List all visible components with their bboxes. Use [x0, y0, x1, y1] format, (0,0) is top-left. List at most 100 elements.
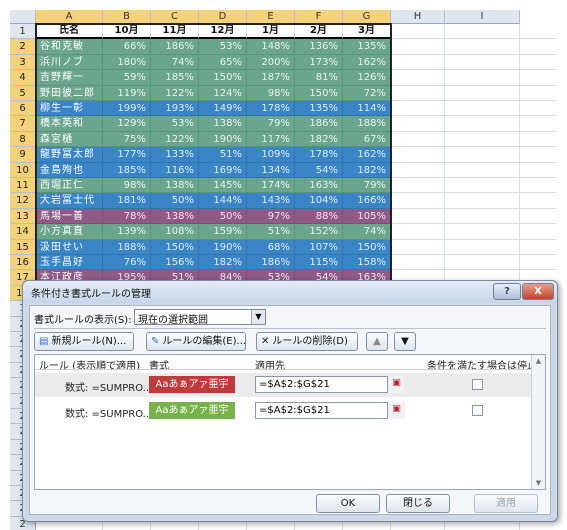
value-cell[interactable]: 104%: [295, 193, 343, 209]
value-cell[interactable]: 115%: [295, 255, 343, 271]
value-cell[interactable]: 187%: [247, 70, 295, 86]
name-cell[interactable]: 小方真直: [36, 224, 103, 240]
value-cell[interactable]: 51%: [247, 224, 295, 240]
value-cell[interactable]: 97%: [247, 208, 295, 225]
value-cell[interactable]: 182%: [295, 131, 343, 148]
name-cell[interactable]: 汲田せい: [36, 239, 103, 255]
stop-if-true-checkbox[interactable]: [472, 379, 483, 390]
value-cell[interactable]: 75%: [103, 131, 151, 148]
value-cell[interactable]: 117%: [247, 131, 295, 148]
value-cell[interactable]: 50%: [199, 208, 247, 225]
row-header[interactable]: 9: [10, 147, 36, 163]
value-cell[interactable]: 143%: [247, 193, 295, 209]
row-header[interactable]: 4: [10, 70, 36, 86]
name-cell[interactable]: 金島殉也: [36, 162, 103, 178]
value-cell[interactable]: 139%: [103, 224, 151, 240]
value-cell[interactable]: 66%: [103, 39, 151, 55]
header-cell[interactable]: 12月: [199, 24, 247, 40]
value-cell[interactable]: 114%: [343, 101, 391, 117]
name-cell[interactable]: 西堀正仁: [36, 178, 103, 194]
row-header[interactable]: 5: [10, 85, 36, 101]
value-cell[interactable]: 135%: [295, 101, 343, 117]
column-header[interactable]: I: [445, 10, 520, 24]
value-cell[interactable]: 145%: [199, 178, 247, 194]
value-cell[interactable]: 119%: [103, 85, 151, 101]
value-cell[interactable]: 72%: [343, 85, 391, 101]
value-cell[interactable]: 53%: [151, 116, 199, 132]
value-cell[interactable]: 186%: [295, 116, 343, 132]
row-header[interactable]: 1: [10, 24, 36, 40]
value-cell[interactable]: 135%: [343, 39, 391, 55]
column-header[interactable]: F: [295, 10, 343, 24]
row-header[interactable]: 8: [10, 131, 36, 148]
dialog-titlebar[interactable]: 条件付き書式ルールの管理 ? X: [23, 281, 557, 303]
column-header[interactable]: A: [36, 10, 103, 24]
value-cell[interactable]: 138%: [199, 116, 247, 132]
name-cell[interactable]: 大岩冨士代: [36, 193, 103, 209]
value-cell[interactable]: 162%: [343, 147, 391, 163]
value-cell[interactable]: 67%: [343, 131, 391, 148]
stop-if-true-checkbox[interactable]: [472, 405, 483, 416]
value-cell[interactable]: 76%: [103, 255, 151, 271]
value-cell[interactable]: 159%: [199, 224, 247, 240]
value-cell[interactable]: 144%: [199, 193, 247, 209]
name-cell[interactable]: 森宮樋: [36, 131, 103, 148]
header-cell[interactable]: 氏名: [36, 24, 103, 40]
value-cell[interactable]: 162%: [343, 54, 391, 71]
value-cell[interactable]: 133%: [151, 147, 199, 163]
value-cell[interactable]: 126%: [343, 70, 391, 86]
value-cell[interactable]: 136%: [295, 39, 343, 55]
value-cell[interactable]: 59%: [103, 70, 151, 86]
value-cell[interactable]: 54%: [295, 162, 343, 178]
value-cell[interactable]: 174%: [247, 178, 295, 194]
row-header[interactable]: 16: [10, 255, 36, 271]
value-cell[interactable]: 152%: [295, 224, 343, 240]
value-cell[interactable]: 180%: [103, 54, 151, 71]
column-header[interactable]: G: [343, 10, 391, 24]
row-header[interactable]: 13: [10, 208, 36, 225]
value-cell[interactable]: 186%: [151, 39, 199, 55]
close-icon[interactable]: X: [522, 283, 554, 300]
ok-button[interactable]: OK: [316, 494, 380, 513]
value-cell[interactable]: 79%: [247, 116, 295, 132]
rule-row[interactable]: 数式: =SUMPRO... Aaあぁアァ亜宇 =$A$2:$G$21 ▣: [35, 373, 531, 397]
header-cell[interactable]: 11月: [151, 24, 199, 40]
name-cell[interactable]: 谷和克敏: [36, 39, 103, 55]
rules-scrollbar[interactable]: ▲ ▼: [531, 355, 545, 489]
column-header[interactable]: H: [391, 10, 445, 24]
value-cell[interactable]: 105%: [343, 208, 391, 225]
value-cell[interactable]: 178%: [247, 101, 295, 117]
value-cell[interactable]: 177%: [103, 147, 151, 163]
name-cell[interactable]: 浜川ノブ: [36, 54, 103, 71]
value-cell[interactable]: 188%: [103, 239, 151, 255]
value-cell[interactable]: 124%: [199, 85, 247, 101]
value-cell[interactable]: 182%: [343, 162, 391, 178]
value-cell[interactable]: 173%: [295, 54, 343, 71]
row-header[interactable]: 11: [10, 178, 36, 194]
value-cell[interactable]: 51%: [199, 147, 247, 163]
value-cell[interactable]: 166%: [343, 193, 391, 209]
delete-rule-button[interactable]: ✕ ルールの削除(D): [256, 332, 358, 351]
name-cell[interactable]: 吉野輝一: [36, 70, 103, 86]
row-header[interactable]: 14: [10, 224, 36, 240]
value-cell[interactable]: 178%: [295, 147, 343, 163]
new-rule-button[interactable]: ▤ 新規ルール(N)...: [34, 332, 134, 351]
value-cell[interactable]: 186%: [247, 255, 295, 271]
name-cell[interactable]: 柳生一彰: [36, 101, 103, 117]
value-cell[interactable]: 78%: [103, 208, 151, 225]
value-cell[interactable]: 150%: [343, 239, 391, 255]
row-header[interactable]: 6: [10, 101, 36, 117]
value-cell[interactable]: 185%: [151, 70, 199, 86]
value-cell[interactable]: 181%: [103, 193, 151, 209]
chevron-down-icon[interactable]: ▼: [251, 310, 265, 324]
header-cell[interactable]: 10月: [103, 24, 151, 40]
value-cell[interactable]: 68%: [247, 239, 295, 255]
value-cell[interactable]: 129%: [103, 116, 151, 132]
header-cell[interactable]: 2月: [295, 24, 343, 40]
row-header[interactable]: 12: [10, 193, 36, 209]
name-cell[interactable]: 橋本英和: [36, 116, 103, 132]
value-cell[interactable]: 98%: [247, 85, 295, 101]
collapse-dialog-icon[interactable]: ▣: [387, 402, 405, 419]
value-cell[interactable]: 158%: [343, 255, 391, 271]
column-header[interactable]: D: [199, 10, 247, 24]
